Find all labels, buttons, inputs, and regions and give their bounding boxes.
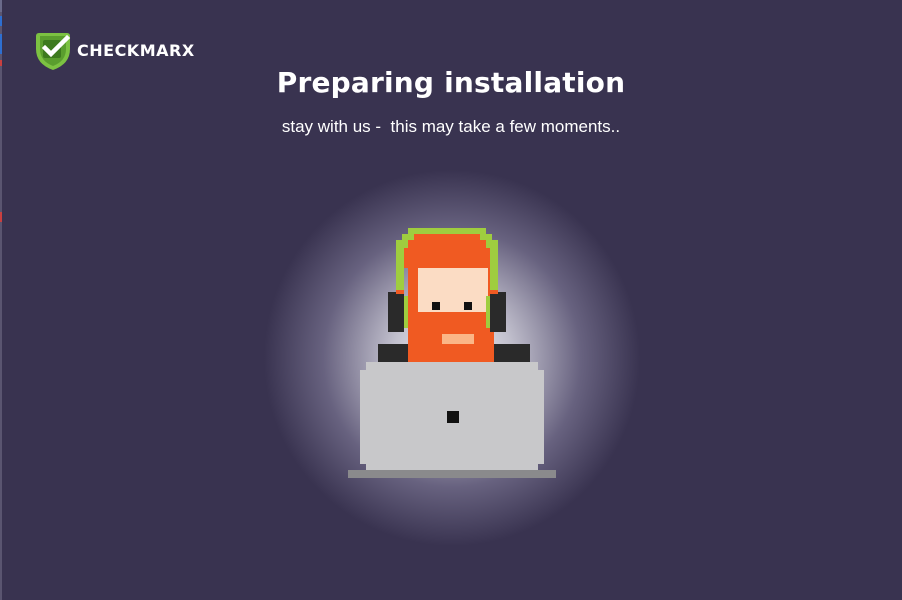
brand-logo: CHECKMARX [34, 31, 195, 71]
checkmark-shield-icon [36, 33, 71, 70]
page-title: Preparing installation [276, 66, 626, 99]
developer-with-headphones-at-laptop-icon [348, 228, 556, 478]
brand-name: CHECKMARX [77, 41, 195, 60]
page-subtitle: stay with us - this may take a few momen… [281, 117, 621, 136]
